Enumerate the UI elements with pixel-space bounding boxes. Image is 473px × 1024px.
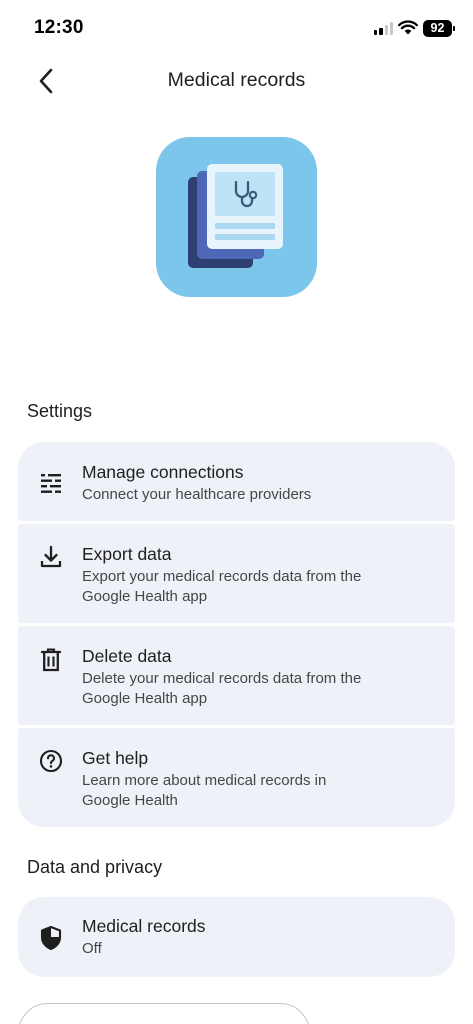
delete-data-subtitle: Delete your medical records data from th…: [82, 669, 432, 709]
battery-level: 92: [430, 21, 445, 35]
help-circle-icon: [38, 748, 63, 773]
bottom-pill-button[interactable]: [18, 1003, 310, 1024]
medical-records-privacy-title: Medical records: [82, 916, 206, 936]
settings-header: Settings: [27, 401, 93, 421]
app-bar: Medical records: [0, 58, 473, 104]
medical-records-document-stethoscope-icon: [188, 164, 283, 268]
subtitle-line: Export your medical records data from th…: [82, 568, 362, 585]
manage-connections-subtitle: Connect your healthcare providers: [82, 485, 432, 505]
download-icon: [38, 544, 63, 569]
subtitle-line: Connect your healthcare providers: [82, 486, 312, 503]
subtitle-line: Google Health app: [82, 588, 208, 605]
trash-icon: [38, 647, 63, 672]
get-help-title: Get help: [82, 748, 149, 768]
delete-data-item[interactable]: Delete data Delete your medical records …: [18, 626, 455, 725]
get-help-item[interactable]: Get help Learn more about medical record…: [18, 728, 455, 827]
get-help-subtitle: Learn more about medical records in Goog…: [82, 771, 432, 811]
manage-connections-item[interactable]: Manage connections Connect your healthca…: [18, 442, 455, 521]
export-data-subtitle: Export your medical records data from th…: [82, 567, 432, 607]
subtitle-line: Learn more about medical records in: [82, 772, 327, 789]
subtitle-line: Google Health: [82, 792, 178, 809]
manage-connections-title: Manage connections: [82, 462, 244, 482]
subtitle-line: Google Health app: [82, 690, 208, 707]
wifi-icon: [398, 20, 418, 35]
export-data-title: Export data: [82, 544, 172, 564]
connections-icon: [38, 470, 63, 495]
medical-records-privacy-status: Off: [82, 939, 432, 959]
cellular-signal-icon: [374, 22, 394, 35]
page-title: Medical records: [167, 69, 306, 91]
battery-icon: 92: [423, 20, 455, 37]
medical-records-privacy-item[interactable]: Medical records Off: [18, 897, 455, 977]
subtitle-line: Delete your medical records data from th…: [82, 670, 362, 687]
shield-icon: [38, 925, 63, 950]
data-privacy-header: Data and privacy: [27, 857, 163, 877]
status-time: 12:30: [34, 17, 84, 38]
export-data-item[interactable]: Export data Export your medical records …: [18, 524, 455, 623]
subtitle-line: Off: [82, 940, 102, 957]
delete-data-title: Delete data: [82, 646, 172, 666]
medical-records-illustration: [156, 137, 317, 297]
status-bar: 12:30 92: [0, 0, 473, 58]
